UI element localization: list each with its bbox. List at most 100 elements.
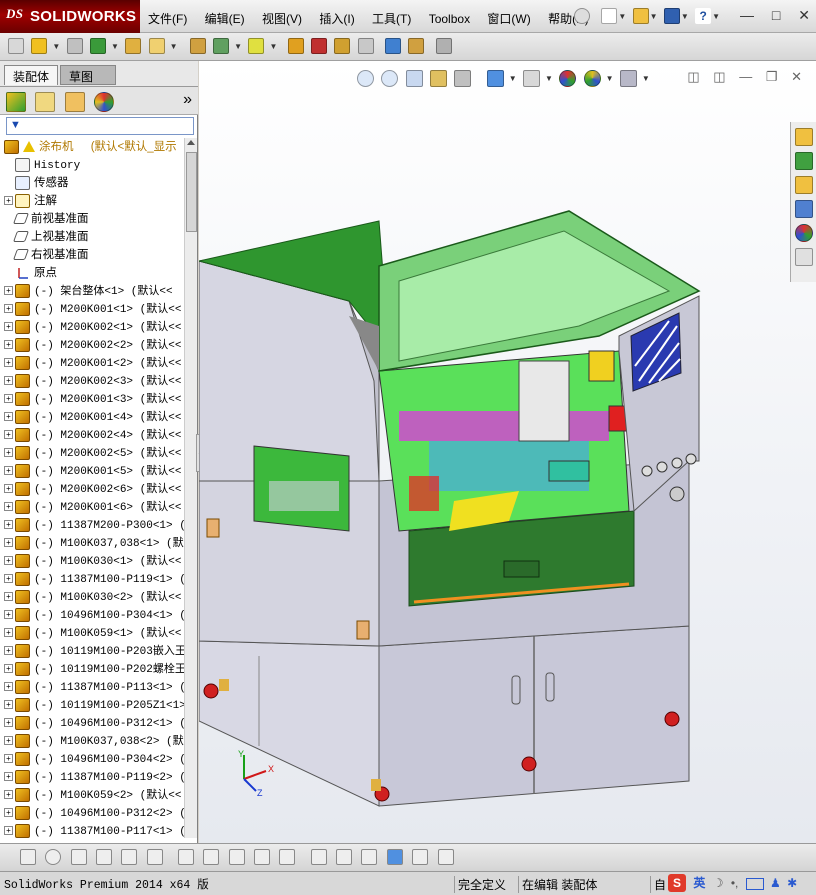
expand-icon[interactable]: + [4, 358, 13, 368]
construction-line-icon[interactable] [279, 849, 296, 865]
expand-icon[interactable]: + [4, 538, 13, 548]
tree-root[interactable]: 涂布机 (默认<默认_显示 [0, 138, 184, 156]
close-button[interactable]: ✕ [798, 7, 810, 23]
settings-icon[interactable]: ✱ [787, 876, 797, 890]
configuration-manager-icon[interactable] [64, 92, 85, 112]
sogou-logo-icon[interactable]: S [668, 874, 686, 892]
tree-component[interactable]: + (-) 10496M100-P304<1> ( [0, 606, 184, 624]
trim-icon[interactable] [121, 849, 138, 865]
graphics-viewport[interactable]: ▼ ▼ ▼ ▼ ◫ ◫ — ❐ ✕ Y X Z [199, 61, 816, 843]
scroll-up-arrow-icon[interactable] [187, 140, 195, 145]
four-view-icon[interactable] [437, 849, 454, 865]
smart-dimension-icon[interactable] [310, 849, 327, 865]
chevron-down-icon[interactable]: ▼ [650, 12, 658, 21]
smart-fasteners-icon[interactable] [125, 38, 142, 54]
expand-icon[interactable]: + [4, 808, 13, 818]
display-manager-icon[interactable] [94, 92, 115, 112]
ime-language[interactable]: 英 [693, 876, 705, 890]
maximize-button[interactable]: □ [772, 7, 780, 23]
expand-icon[interactable]: + [4, 412, 13, 422]
app-logo[interactable]: DS SOLIDWORKS [0, 0, 140, 33]
tree-component[interactable]: + (-) 架台整体<1> (默认<< [0, 282, 184, 300]
user-icon[interactable]: ♟ [770, 876, 781, 890]
tree-component[interactable]: + (-) 10119M100-P205Z1<1> [0, 696, 184, 714]
mate-icon[interactable] [66, 38, 83, 54]
tree-item[interactable]: + 注解 [0, 192, 184, 210]
expand-icon[interactable]: + [4, 646, 13, 656]
expand-icon[interactable]: + [4, 376, 13, 386]
minimize-button[interactable]: — [740, 7, 754, 23]
tree-scrollbar[interactable] [184, 138, 197, 838]
reference-geometry-icon[interactable] [248, 38, 265, 54]
chevron-down-icon[interactable]: ▼ [111, 42, 119, 51]
expand-icon[interactable]: + [4, 736, 13, 746]
tree-component[interactable]: + (-) M100K030<2> (默认<< [0, 588, 184, 606]
tree-component[interactable]: + (-) M200K001<3> (默认<< [0, 390, 184, 408]
new-motion-study-icon[interactable] [287, 38, 304, 54]
tab-sketch[interactable]: 草图 [60, 65, 116, 85]
feature-manager-icon[interactable] [6, 92, 26, 112]
bill-of-materials-icon[interactable] [311, 38, 328, 54]
tree-component[interactable]: + (-) 10119M100-P202螺栓王 [0, 660, 184, 678]
expand-icon[interactable]: + [4, 574, 13, 584]
move-component-icon[interactable] [148, 38, 165, 54]
tree-component[interactable]: + (-) M200K002<4> (默认<< [0, 426, 184, 444]
tree-component[interactable]: + (-) M200K001<2> (默认<< [0, 354, 184, 372]
home-icon[interactable] [795, 128, 813, 146]
design-library-icon[interactable] [795, 152, 813, 170]
mirror-icon[interactable] [203, 849, 220, 865]
expand-icon[interactable]: + [4, 664, 13, 674]
expand-icon[interactable]: + [4, 520, 13, 530]
tree-component[interactable]: + (-) M200K001<6> (默认<< [0, 498, 184, 516]
expand-icon[interactable]: + [4, 682, 13, 692]
property-manager-icon[interactable] [35, 92, 56, 112]
view-3d-icon[interactable] [386, 849, 403, 865]
tree-item[interactable]: 右视基准面 [0, 246, 184, 264]
save-icon[interactable] [663, 8, 680, 24]
expand-icon[interactable]: + [4, 556, 13, 566]
tree-component[interactable]: + (-) M200K001<5> (默认<< [0, 462, 184, 480]
tree-component[interactable]: + (-) 10496M100-P312<2> ( [0, 804, 184, 822]
tree-component[interactable]: + (-) M100K037,038<1> (默 [0, 534, 184, 552]
tree-component[interactable]: + (-) M100K059<2> (默认<< [0, 786, 184, 804]
clearance-verification-icon[interactable] [408, 38, 425, 54]
point-icon[interactable] [20, 849, 36, 865]
tree-component[interactable]: + (-) M200K001<1> (默认<< [0, 300, 184, 318]
fillet-icon[interactable] [228, 849, 245, 865]
tree-component[interactable]: + (-) M200K002<1> (默认<< [0, 318, 184, 336]
new-part-icon[interactable] [31, 38, 48, 54]
pin-icon[interactable] [574, 8, 590, 24]
tree-component[interactable]: + (-) 11387M100-P119<2> ( [0, 768, 184, 786]
punctuation-icon[interactable]: •, [731, 876, 739, 890]
exploded-view-icon[interactable] [334, 38, 351, 54]
interference-detection-icon[interactable] [385, 38, 402, 54]
expand-icon[interactable]: + [4, 592, 13, 602]
menu-toolbox[interactable]: Toolbox [429, 12, 470, 26]
chamfer-icon[interactable] [254, 849, 271, 865]
expand-icon[interactable]: + [4, 718, 13, 728]
tree-item[interactable]: 上视基准面 [0, 228, 184, 246]
explode-line-sketch-icon[interactable] [357, 38, 374, 54]
grid-icon[interactable] [336, 849, 353, 865]
expand-icon[interactable]: + [4, 826, 13, 836]
open-folder-icon[interactable] [632, 8, 649, 24]
instant3d-icon[interactable] [435, 38, 452, 54]
expand-icon[interactable]: + [4, 304, 13, 314]
extend-icon[interactable] [146, 849, 163, 865]
tree-component[interactable]: + (-) M100K059<1> (默认<< [0, 624, 184, 642]
expand-icon[interactable]: + [4, 700, 13, 710]
tree-component[interactable]: + (-) 10496M100-P312<1> ( [0, 714, 184, 732]
tree-component[interactable]: + (-) M200K001<4> (默认<< [0, 408, 184, 426]
expand-icon[interactable]: + [4, 394, 13, 404]
chevron-down-icon[interactable]: ▼ [234, 42, 242, 51]
moon-icon[interactable]: ☽ [713, 876, 724, 890]
polygon-icon[interactable] [96, 849, 113, 865]
menu-tools[interactable]: 工具(T) [372, 12, 411, 26]
help-icon[interactable]: ? [695, 8, 712, 24]
menu-window[interactable]: 窗口(W) [487, 12, 530, 26]
expand-icon[interactable]: + [4, 502, 13, 512]
expand-icon[interactable]: + [4, 610, 13, 620]
expand-icon[interactable]: + [4, 754, 13, 764]
pattern-icon[interactable] [89, 38, 106, 54]
insert-component-icon[interactable] [8, 38, 24, 54]
